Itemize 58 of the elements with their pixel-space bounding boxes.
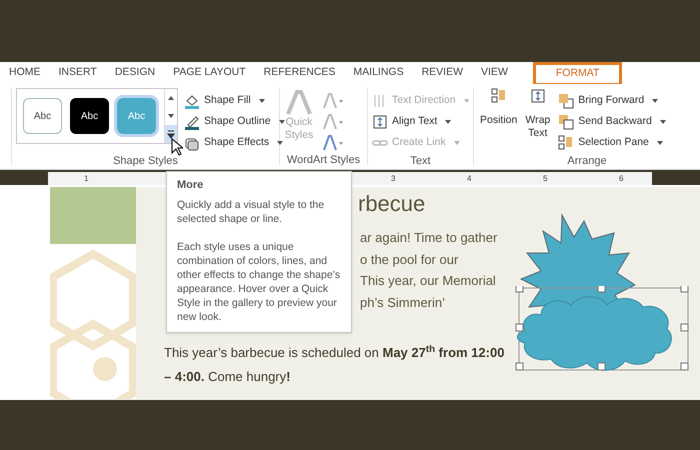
outline-icon <box>184 114 200 130</box>
group-label: Arrange <box>566 154 608 169</box>
backward-icon <box>558 114 574 130</box>
dropdown-caret-icon <box>660 120 666 124</box>
body-text-line: o the pool for our <box>360 250 460 269</box>
ribbon-command[interactable]: Shape Outline <box>184 111 285 132</box>
tooltip-text: Each style uses a unique combination of colors, lines, and other effects to change the shape’s appearance. Hover over a Quick Style in the gallery to preview your new look. <box>177 240 341 324</box>
dropdown-caret-icon <box>656 140 663 144</box>
ribbon-tab[interactable]: REFERENCES <box>254 62 344 84</box>
ribbon-tab[interactable]: REVIEW <box>412 62 472 84</box>
document-title: rbecue <box>358 190 426 218</box>
ruler-number: 3 <box>391 173 396 185</box>
dropdown-caret-icon <box>454 140 460 144</box>
ruler-number: 6 <box>619 173 624 185</box>
pane-icon <box>558 134 574 150</box>
body-paragraph: This year’s barbecue is scheduled on May 27$^{th}$ from 12:00 – 4:00. Come hungry! <box>164 343 506 386</box>
ruler-number: 4 <box>467 173 472 185</box>
body-text-line: ph’s Simmerin’ <box>360 294 446 312</box>
forward-icon <box>558 92 574 108</box>
ribbon-large-button[interactable]: Wrap Text <box>525 88 550 153</box>
ribbon-tab[interactable]: PAGE LAYOUT <box>164 62 255 84</box>
dropdown-caret-icon <box>277 140 284 144</box>
body-text-line: This year, our Memorial <box>360 272 497 290</box>
ribbon-tab[interactable]: VIEW <box>472 62 517 84</box>
align-icon <box>530 88 546 104</box>
tooltip-title: More <box>177 178 204 192</box>
pane-icon <box>490 88 507 104</box>
dropdown-caret-icon <box>652 98 658 102</box>
ribbon-command[interactable]: Align Text <box>372 111 469 132</box>
group-label: Text <box>409 154 432 169</box>
ribbon-tab[interactable]: FORMAT <box>532 62 622 86</box>
ribbon-tab[interactable]: DESIGN <box>106 62 164 84</box>
dropdown-caret-icon <box>464 98 469 102</box>
body-text-line: ar again! Time to gather <box>360 229 498 247</box>
tooltip-text: Quickly add a visual style to the selected shape or line. <box>177 198 326 226</box>
align-icon <box>372 114 388 130</box>
ruler-number: 5 <box>543 173 548 185</box>
style-swatch[interactable]: Abc <box>70 98 109 134</box>
ribbon-tab[interactable]: MAILINGS <box>344 62 413 84</box>
ribbon-large-button[interactable]: Position <box>480 88 518 153</box>
ribbon-command[interactable]: Send Backward <box>558 111 666 132</box>
ribbon-tab[interactable]: INSERT <box>50 62 106 84</box>
ruler-number: 1 <box>84 173 88 185</box>
dropdown-caret-icon <box>445 120 452 124</box>
ribbon-tab[interactable]: HOME <box>0 62 50 84</box>
group-label: WordArt Styles <box>286 153 362 168</box>
text-style-icon[interactable] <box>322 134 344 152</box>
ribbon-command[interactable]: Shape Fill <box>184 90 285 111</box>
dropdown-caret-icon <box>258 98 265 102</box>
group-label: Shape Styles <box>112 154 179 169</box>
more-icon[interactable] <box>165 125 177 143</box>
letter-a-icon <box>284 90 314 116</box>
style-swatch[interactable]: Abc <box>23 98 62 134</box>
ribbon-command[interactable]: Shape Effects <box>184 132 285 153</box>
fill-icon <box>184 92 200 108</box>
dropdown-caret-icon <box>278 120 285 124</box>
ribbon-command[interactable]: Selection Pane <box>558 132 666 153</box>
ribbon-command[interactable]: Bring Forward <box>558 90 666 111</box>
